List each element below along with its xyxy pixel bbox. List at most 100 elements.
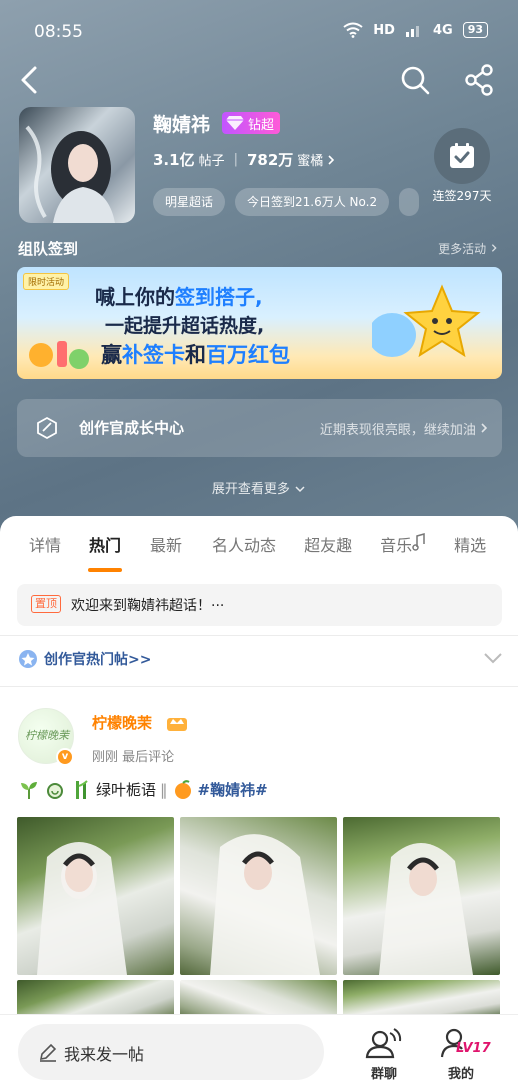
banner-line1-b: 签到搭子, — [175, 285, 263, 309]
pinned-badge: 置顶 — [31, 595, 61, 613]
pinned-post[interactable]: 置顶 欢迎来到鞠婧祎超话！··· — [17, 584, 502, 626]
banner-line3-a: 赢 — [101, 343, 122, 367]
group-chat-button[interactable]: 群聊 — [362, 1027, 406, 1083]
wifi-icon — [343, 22, 363, 38]
fans-count[interactable]: 782万 — [247, 149, 293, 170]
divider — [0, 635, 518, 636]
posts-label: 帖子 — [198, 154, 225, 169]
chip-checkin-rank[interactable]: 今日签到21.6万人 No.2 — [235, 188, 390, 216]
post-meta-label: 最后评论 — [122, 750, 175, 765]
tab-hot[interactable]: 热门 — [88, 532, 123, 572]
feed-tabs: 详情 热门 最新 名人动态 超友趣 音乐 精选 — [0, 532, 518, 576]
chevron-right-icon — [481, 423, 488, 433]
fans-label[interactable]: 蜜橘 — [297, 150, 323, 169]
post-meta: 刚刚 最后评论 — [92, 746, 174, 765]
tab-details[interactable]: 详情 — [29, 532, 61, 556]
chevron-right-icon — [328, 154, 335, 165]
group-chat-icon — [365, 1028, 402, 1059]
divider — [0, 686, 518, 687]
search-icon[interactable] — [398, 62, 432, 98]
tier-badge[interactable]: 钻超 — [222, 112, 281, 134]
topic-name: 鞠婧祎 — [153, 114, 211, 136]
tab-music[interactable]: 音乐 — [380, 532, 426, 556]
expand-more-label: 展开查看更多 — [211, 482, 290, 497]
verified-badge: v — [56, 748, 74, 766]
stats-divider: | — [233, 152, 238, 167]
orange-icon — [174, 779, 191, 799]
posts-count: 3.1亿 — [153, 151, 195, 169]
activity-banner[interactable]: 限时活动 喊上你的签到搭子, 一起提升超话热度, 赢补签卡和百万红包 — [17, 267, 502, 379]
topic-chips: 明星超话 今日签到21.6万人 No.2 — [153, 188, 420, 216]
feed-panel: 详情 热门 最新 名人动态 超友趣 音乐 精选 置顶 欢迎来到鞠婧祎超话！···… — [0, 516, 518, 1086]
banner-tag: 限时活动 — [23, 273, 70, 290]
super-topic-header: 08:55 HD 4G 93 鞠婧祎 钻超 3.1亿 帖子 | 782万 蜜橘 — [0, 0, 518, 540]
creator-growth-center[interactable]: 创作官成长中心 近期表现很亮眼，继续加油 — [17, 399, 502, 457]
team-checkin-title: 组队签到 — [18, 240, 79, 258]
banner-line3-c: 和 — [185, 343, 206, 367]
calendar-check-icon — [450, 143, 474, 168]
creator-badge-icon — [19, 650, 37, 668]
banner-line3-b: 补签卡 — [122, 343, 185, 367]
back-arrow-icon[interactable] — [16, 62, 44, 98]
topic-stats: 3.1亿 帖子 | 782万 蜜橘 — [153, 149, 335, 170]
sprout-icon — [21, 781, 37, 799]
tab-featured[interactable]: 精选 — [454, 532, 486, 556]
mascot-star-illustration — [372, 284, 481, 358]
battery-indicator: 93 — [462, 22, 488, 38]
my-profile-label: 我的 — [447, 1067, 474, 1082]
post-topic[interactable]: #鞠婧祎# — [198, 779, 268, 800]
snail-icon — [47, 782, 63, 799]
signal-label: 4G — [432, 22, 453, 38]
top-nav — [0, 60, 518, 100]
chip-category[interactable]: 明星超话 — [153, 188, 226, 216]
banner-line3-d: 百万红包 — [206, 343, 290, 367]
pinned-text: 欢迎来到鞠婧祎超话！··· — [71, 598, 225, 614]
compose-post-button[interactable]: 我来发一帖 — [18, 1024, 324, 1080]
checkin-button[interactable] — [434, 128, 490, 184]
crown-badge-icon — [167, 718, 187, 731]
beach-decoration — [29, 341, 89, 369]
pen-icon — [39, 1043, 57, 1062]
tab-celebrity[interactable]: 名人动态 — [212, 532, 276, 556]
checkin-streak: 连签297天 — [432, 189, 492, 203]
bamboo-icon — [76, 779, 88, 799]
diamond-icon — [226, 116, 244, 130]
chip-more[interactable] — [399, 188, 420, 216]
bottom-bar: 我来发一帖 群聊 LV17 我的 — [0, 1014, 518, 1086]
my-profile-button[interactable]: LV17 我的 — [438, 1027, 491, 1083]
post-photo-1[interactable] — [17, 817, 174, 975]
creator-hot-posts[interactable]: 创作官热门帖>> — [18, 647, 503, 671]
post-photo-2[interactable] — [180, 817, 337, 975]
avatar-text: 柠檬晚茉 — [25, 729, 69, 742]
post-text-plain: 绿叶栀语 — [96, 781, 157, 799]
status-time: 08:55 — [34, 22, 83, 42]
tab-music-label: 音乐 — [380, 536, 413, 555]
tier-label: 钻超 — [248, 117, 275, 133]
growth-label: 创作官成长中心 — [79, 419, 185, 437]
chevron-right-icon — [491, 244, 497, 252]
banner-line1: 喊上你的签到搭子, — [95, 281, 263, 310]
post-photo-3[interactable] — [343, 817, 500, 975]
post-time: 刚刚 — [92, 750, 119, 765]
share-icon[interactable] — [462, 62, 496, 98]
level-badge: LV17 — [456, 1041, 491, 1056]
more-activities-link[interactable]: 更多活动 — [438, 240, 498, 257]
topic-avatar[interactable] — [19, 107, 135, 223]
tab-latest[interactable]: 最新 — [150, 532, 182, 556]
network-label: HD — [373, 22, 395, 38]
expand-more-button[interactable]: 展开查看更多 — [0, 478, 518, 497]
growth-icon — [37, 416, 57, 440]
banner-line2: 一起提升超话热度, — [105, 315, 265, 337]
chevron-down-icon[interactable] — [483, 649, 503, 667]
chevron-down-icon — [295, 486, 305, 493]
music-note-icon — [412, 533, 425, 551]
more-activities-label: 更多活动 — [438, 242, 487, 256]
growth-tip: 近期表现很亮眼，继续加油 — [320, 419, 488, 438]
tab-fun[interactable]: 超友趣 — [304, 532, 352, 556]
banner-line3: 赢补签卡和百万红包 — [101, 339, 290, 369]
post-author-name[interactable]: 柠檬晚茉 — [92, 712, 152, 733]
post-text: 绿叶栀语 ‖ #鞠婧祎# — [18, 779, 268, 800]
post-text-separator: ‖ — [160, 780, 168, 799]
group-chat-label: 群聊 — [370, 1067, 397, 1082]
growth-tip-text: 近期表现很亮眼，继续加油 — [319, 423, 476, 438]
